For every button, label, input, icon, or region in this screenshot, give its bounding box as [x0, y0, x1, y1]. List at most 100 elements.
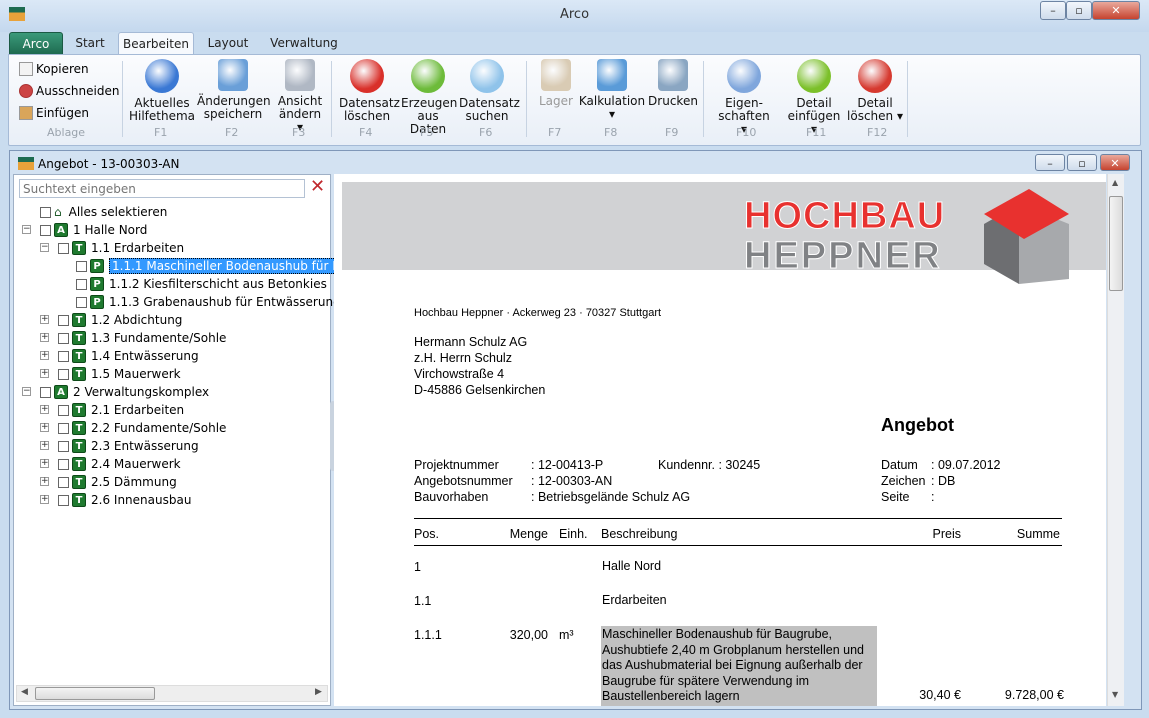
- collapse-toggle[interactable]: −: [22, 387, 31, 396]
- checkbox[interactable]: [76, 278, 87, 290]
- child-minimize-button[interactable]: –: [1035, 154, 1065, 171]
- expand-toggle[interactable]: +: [40, 405, 49, 414]
- collapse-toggle[interactable]: −: [22, 225, 31, 234]
- horizontal-scrollbar[interactable]: ◀ ▶: [16, 685, 328, 702]
- checkbox[interactable]: [40, 206, 51, 218]
- tree-item[interactable]: T 1.1 Erdarbeiten: [58, 239, 184, 257]
- checkbox[interactable]: [58, 458, 69, 470]
- type-badge-T: T: [72, 421, 86, 435]
- tree-item[interactable]: T 1.4 Entwässerung: [58, 347, 199, 365]
- child-maximize-button[interactable]: ▫: [1067, 154, 1097, 171]
- type-badge-P: P: [90, 295, 104, 309]
- tab-bearbeiten[interactable]: Bearbeiten: [118, 32, 194, 56]
- checkbox[interactable]: [76, 296, 87, 308]
- expand-toggle[interactable]: +: [40, 459, 49, 468]
- delete-x-button[interactable]: Datensatz löschen: [339, 59, 400, 123]
- sender-line: Hochbau Heppner · Ackerweg 23 · 70327 St…: [414, 307, 662, 319]
- scroll-right-icon[interactable]: ▶: [315, 687, 322, 697]
- tree-item[interactable]: P 1.1.3 Grabenaushub für Entwässerung: [76, 293, 341, 311]
- tree-item[interactable]: T 2.6 Innenausbau: [58, 491, 191, 509]
- scroll-thumb[interactable]: [35, 687, 155, 700]
- expand-toggle[interactable]: +: [40, 423, 49, 432]
- maximize-button[interactable]: ▫: [1066, 1, 1092, 20]
- tree-item[interactable]: T 2.4 Mauerwerk: [58, 455, 181, 473]
- shortcut-label: F3: [292, 126, 306, 139]
- tag-button[interactable]: Eigen-schaften ▾: [714, 59, 774, 136]
- view-settings-button[interactable]: Ansicht ändern ▾: [275, 59, 325, 134]
- tree-item[interactable]: T 2.2 Fundamente/Sohle: [58, 419, 226, 437]
- checkbox[interactable]: [58, 332, 69, 344]
- printer-button[interactable]: Drucken: [646, 59, 700, 108]
- expand-toggle[interactable]: +: [40, 315, 49, 324]
- checkbox[interactable]: [76, 260, 87, 272]
- expand-toggle[interactable]: +: [40, 369, 49, 378]
- expand-toggle[interactable]: +: [40, 477, 49, 486]
- meta-label: Zeichen: [881, 474, 926, 488]
- tab-verwaltung[interactable]: Verwaltung: [264, 32, 344, 55]
- cut-button[interactable]: Ausschneiden: [19, 84, 119, 98]
- scroll-up-icon[interactable]: ▲: [1112, 178, 1118, 187]
- expand-toggle[interactable]: +: [40, 441, 49, 450]
- add-plus-button[interactable]: Detail einfügen ▾: [784, 59, 844, 136]
- tree-item[interactable]: A2 Verwaltungskomplex: [40, 383, 209, 401]
- tree-item[interactable]: ⌂ Alles selektieren: [40, 203, 167, 221]
- scroll-thumb[interactable]: [1109, 196, 1123, 291]
- meta-label: Seite: [881, 490, 910, 504]
- copy-button[interactable]: Kopieren: [19, 62, 89, 76]
- tree-item[interactable]: T 1.3 Fundamente/Sohle: [58, 329, 226, 347]
- storage-box-icon: [541, 59, 571, 91]
- tab-start[interactable]: Start: [70, 32, 110, 55]
- expand-toggle[interactable]: +: [40, 495, 49, 504]
- remove-minus-button[interactable]: Detail löschen ▾: [847, 59, 903, 123]
- meta-label: Projektnummer: [414, 458, 499, 472]
- vertical-scrollbar[interactable]: ▲ ▼: [1107, 174, 1124, 706]
- clear-search-icon[interactable]: ✕: [310, 176, 325, 197]
- printer-icon: [658, 59, 688, 91]
- checkbox[interactable]: [58, 368, 69, 380]
- search-input[interactable]: [19, 179, 305, 198]
- tree-item[interactable]: P 1.1.2 Kiesfilterschicht aus Betonkies: [76, 275, 327, 293]
- close-button[interactable]: ✕: [1092, 1, 1140, 20]
- storage-box-button[interactable]: Lager: [536, 59, 576, 108]
- calculator-button[interactable]: Kalkulation ▾: [577, 59, 647, 121]
- row-pos: 1.1.1: [414, 628, 442, 642]
- checkbox[interactable]: [58, 350, 69, 362]
- group-separator: [122, 61, 123, 137]
- collapse-toggle[interactable]: −: [40, 243, 49, 252]
- scroll-left-icon[interactable]: ◀: [21, 687, 28, 697]
- meta-value: : 12-00413-P: [531, 458, 604, 472]
- child-close-button[interactable]: ✕: [1100, 154, 1130, 171]
- tree-item[interactable]: T 2.5 Dämmung: [58, 473, 177, 491]
- expand-toggle[interactable]: +: [40, 333, 49, 342]
- minimize-button[interactable]: –: [1040, 1, 1066, 20]
- checkbox[interactable]: [58, 242, 69, 254]
- checkbox[interactable]: [58, 314, 69, 326]
- tree-item[interactable]: T 2.3 Entwässerung: [58, 437, 199, 455]
- type-badge-T: T: [72, 367, 86, 381]
- type-badge-T: T: [72, 349, 86, 363]
- shortcut-label: F2: [225, 126, 239, 139]
- checkbox[interactable]: [58, 494, 69, 506]
- tab-layout[interactable]: Layout: [202, 32, 254, 55]
- paste-button[interactable]: Einfügen: [19, 106, 89, 120]
- checkbox[interactable]: [58, 440, 69, 452]
- scroll-down-icon[interactable]: ▼: [1112, 690, 1118, 699]
- tab-arco[interactable]: Arco: [9, 32, 63, 55]
- checkbox[interactable]: [58, 422, 69, 434]
- checkbox[interactable]: [58, 404, 69, 416]
- search-button[interactable]: Datensatz suchen: [459, 59, 520, 123]
- help-button[interactable]: Aktuelles Hilfethema: [127, 59, 197, 123]
- checkbox[interactable]: [40, 224, 51, 236]
- recipient-line: Virchowstraße 4: [414, 367, 505, 381]
- tree-item[interactable]: P 1.1.1 Maschineller Bodenaushub für Bau: [76, 257, 359, 275]
- tree-item[interactable]: A1 Halle Nord: [40, 221, 147, 239]
- tree-item[interactable]: T 1.2 Abdichtung: [58, 311, 182, 329]
- generate-play-button[interactable]: Erzeugen aus Daten: [401, 59, 457, 136]
- checkbox[interactable]: [40, 386, 51, 398]
- search-icon: [470, 59, 504, 93]
- checkbox[interactable]: [58, 476, 69, 488]
- save-button[interactable]: Änderungen speichern: [197, 59, 271, 121]
- tree-item[interactable]: T 2.1 Erdarbeiten: [58, 401, 184, 419]
- tree-item[interactable]: T 1.5 Mauerwerk: [58, 365, 181, 383]
- expand-toggle[interactable]: +: [40, 351, 49, 360]
